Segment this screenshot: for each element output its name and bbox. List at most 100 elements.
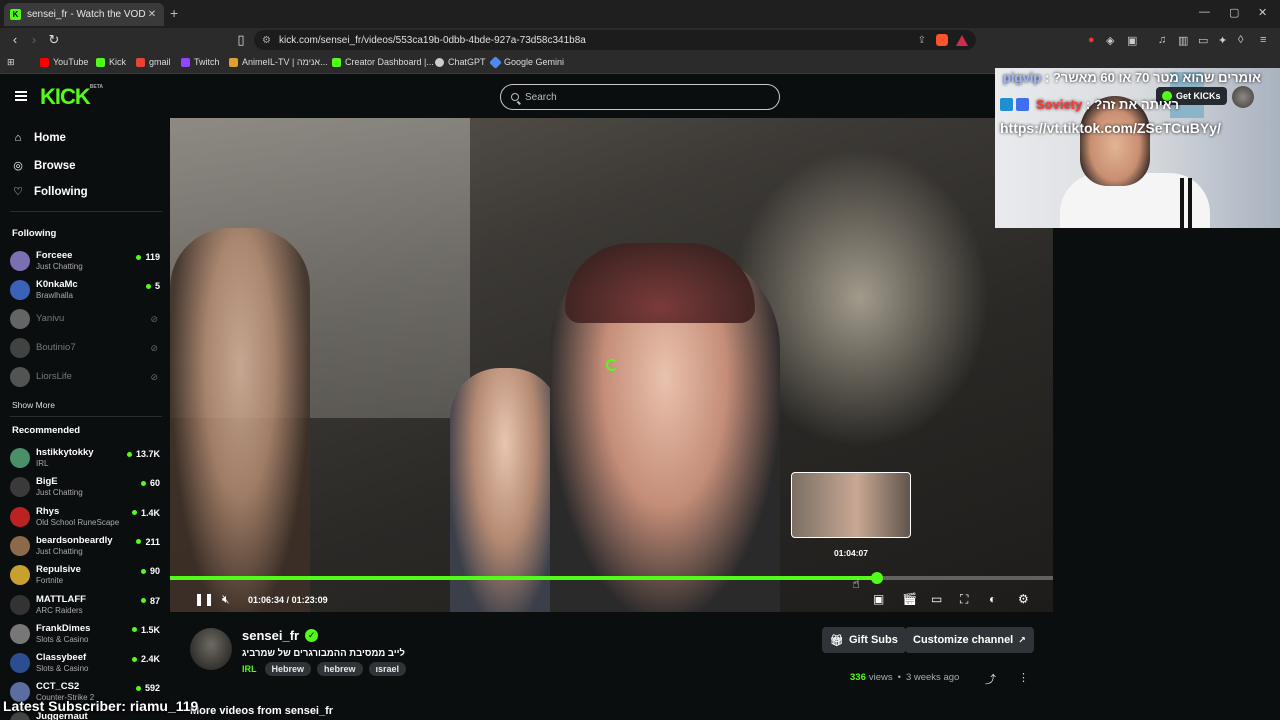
mini-player-icon[interactable]: ▣ <box>873 592 884 606</box>
chat-username: pigvip <box>1003 70 1042 85</box>
chat-badge-icon <box>1016 98 1029 111</box>
button-label: Get KICKs <box>1176 91 1221 101</box>
channel-name: LiorsLife <box>36 371 72 382</box>
following-channel[interactable]: Boutinio7 ⊘ <box>10 335 160 361</box>
recommended-channel[interactable]: Repulsive Fortnite 90 <box>10 562 160 588</box>
tag[interactable]: ısrael <box>368 662 407 676</box>
following-channel[interactable]: LiorsLife ⊘ <box>10 364 160 390</box>
sidebar-divider <box>10 416 162 417</box>
share-icon[interactable]: ⤴ <box>985 671 996 687</box>
recommended-channel[interactable]: FrankDimes Slots & Casino 1.5K <box>10 621 160 647</box>
offline-icon: ⊘ <box>150 372 158 382</box>
duration: 01:23:09 <box>291 595 328 605</box>
following-channel[interactable]: Yanivu ⊘ <box>10 306 160 332</box>
following-channel[interactable]: K0nkaMc Brawlhalla 5 <box>10 277 160 303</box>
bookmark-chatgpt[interactable]: ChatGPT <box>435 57 486 67</box>
seek-bar-handle[interactable] <box>870 572 883 584</box>
nav-home[interactable]: ⌂ Home <box>12 132 66 144</box>
channel-name[interactable]: sensei_fr ✓ <box>242 628 319 643</box>
new-tab-button[interactable]: + <box>170 5 178 21</box>
vpn-icon[interactable]: ◊ <box>1238 34 1243 46</box>
recommended-channel[interactable]: hstikkytokky IRL 13.7K <box>10 445 160 471</box>
bookmark-icon[interactable]: ▯ <box>233 32 249 48</box>
viewer-count: 90 <box>141 566 160 576</box>
recommended-channel[interactable]: Rhys Old School RuneScape 1.4K <box>10 504 160 530</box>
close-window-button[interactable]: ✕ <box>1258 6 1267 19</box>
fullscreen-icon[interactable]: ⛶ <box>960 592 968 607</box>
settings-gear-icon[interactable]: ⚙ <box>1018 592 1029 606</box>
site-settings-icon[interactable]: ⚙ <box>262 35 271 46</box>
home-icon: ⌂ <box>14 132 22 144</box>
search-input[interactable]: Search <box>500 84 780 110</box>
more-options-icon[interactable]: ⋮ <box>1018 671 1029 684</box>
video-info: sensei_fr ✓ לייב ממסיבת ההמבורגרים של שמר… <box>170 612 1053 720</box>
media-icon[interactable]: ♫ <box>1158 34 1166 46</box>
kick-logo[interactable]: KICKBETA <box>40 84 103 110</box>
recommended-heading: Recommended <box>12 425 81 436</box>
sidebar-icon[interactable]: ▥ <box>1178 34 1188 47</box>
following-channel[interactable]: Forceee Just Chatting 119 <box>10 248 160 274</box>
back-icon[interactable]: ‹ <box>7 32 23 47</box>
pause-icon[interactable]: ❚❚ <box>194 592 214 606</box>
viewer-count: 5 <box>146 281 160 291</box>
theater-mode-icon[interactable]: ▭ <box>931 592 942 606</box>
bookmark-animeil[interactable]: AnimeIL-TV | אנימה... <box>229 57 328 67</box>
tag[interactable]: Hebrew <box>264 662 312 676</box>
record-extension-icon[interactable]: ● <box>1088 34 1095 46</box>
recommended-channel[interactable]: beardsonbeardly Just Chatting 211 <box>10 533 160 559</box>
bookmark-youtube[interactable]: YouTube <box>40 57 88 67</box>
nav-browse[interactable]: ◎ Browse <box>12 159 75 173</box>
channel-name: MATTLAFF <box>36 593 86 605</box>
brave-shields-icon[interactable] <box>936 34 948 46</box>
video-player[interactable]: 01:04:07 ☝ ❚❚ 🔇︎ 01:06:34 / 01:23:09 ▣ 🎬… <box>170 118 1053 612</box>
wallet-icon[interactable]: ▭ <box>1198 34 1208 47</box>
channel-category: Slots & Casino <box>36 634 89 644</box>
tab-close-icon[interactable]: ✕ <box>146 9 158 20</box>
bookmark-label: Kick <box>109 57 127 67</box>
browser-tab[interactable]: K sensei_fr - Watch the VOD on Ki ✕ <box>4 3 164 26</box>
playback-speed-icon[interactable]: ◐ <box>989 592 996 606</box>
extension-icon[interactable]: ▣ <box>1127 34 1137 47</box>
recommended-channel[interactable]: BigE Just Chatting 60 <box>10 474 160 500</box>
share-icon[interactable]: ⇪ <box>918 35 926 46</box>
bookmark-creator-dashboard[interactable]: Creator Dashboard |... <box>332 57 434 67</box>
avatar <box>10 338 30 358</box>
channel-category: Just Chatting <box>36 488 83 498</box>
clip-icon[interactable]: 🎬︎ <box>902 592 917 606</box>
bookmark-gmail[interactable]: gmail <box>136 57 171 67</box>
channel-avatar[interactable] <box>190 628 232 670</box>
url-text[interactable]: kick.com/sensei_fr/videos/553ca19b-0dbb-… <box>279 35 586 46</box>
leo-ai-icon[interactable]: ✦ <box>1218 34 1227 47</box>
recommended-channel[interactable]: Classybeef Slots & Casino 2.4K <box>10 650 160 676</box>
tag[interactable]: hebrew <box>317 662 363 676</box>
seek-bar[interactable] <box>170 572 1053 584</box>
avatar <box>10 280 30 300</box>
menu-icon[interactable]: ≡ <box>1260 34 1266 46</box>
apps-icon[interactable]: ⊞ <box>7 57 15 68</box>
bookmark-kick[interactable]: Kick <box>96 57 126 67</box>
maximize-button[interactable]: ▢ <box>1229 6 1239 19</box>
forward-icon[interactable]: › <box>26 32 42 47</box>
bookmark-label: YouTube <box>53 57 89 67</box>
brave-rewards-icon[interactable] <box>956 34 968 46</box>
bookmark-twitch[interactable]: Twitch <box>181 57 220 67</box>
address-bar[interactable]: ⚙ kick.com/sensei_fr/videos/553ca19b-0db… <box>254 30 976 50</box>
twitch-icon <box>181 57 190 67</box>
minimize-button[interactable]: — <box>1199 6 1210 18</box>
channel-category: Slots & Casino <box>36 664 89 674</box>
viewer-count: 592 <box>136 683 160 693</box>
nav-following[interactable]: ♡ Following <box>12 185 88 199</box>
mute-icon[interactable]: 🔇︎ <box>222 592 230 607</box>
gift-subs-button[interactable]: 🎁︎ Gift Subs <box>822 627 906 653</box>
extension-icon[interactable]: ◈ <box>1106 34 1114 47</box>
hamburger-menu-icon[interactable] <box>15 91 27 101</box>
separator: • <box>897 672 901 683</box>
user-avatar[interactable] <box>1232 86 1254 108</box>
recommended-channel[interactable]: MATTLAFF ARC Raiders 87 <box>10 592 160 618</box>
logo-text: KICK <box>40 84 91 109</box>
category-link[interactable]: IRL <box>242 664 257 674</box>
bookmark-gemini[interactable]: Google Gemini <box>489 55 564 69</box>
show-more-link[interactable]: Show More <box>12 400 55 410</box>
customize-channel-button[interactable]: Customize channel ↗ <box>905 627 1034 653</box>
reload-icon[interactable]: ↻ <box>46 32 62 48</box>
